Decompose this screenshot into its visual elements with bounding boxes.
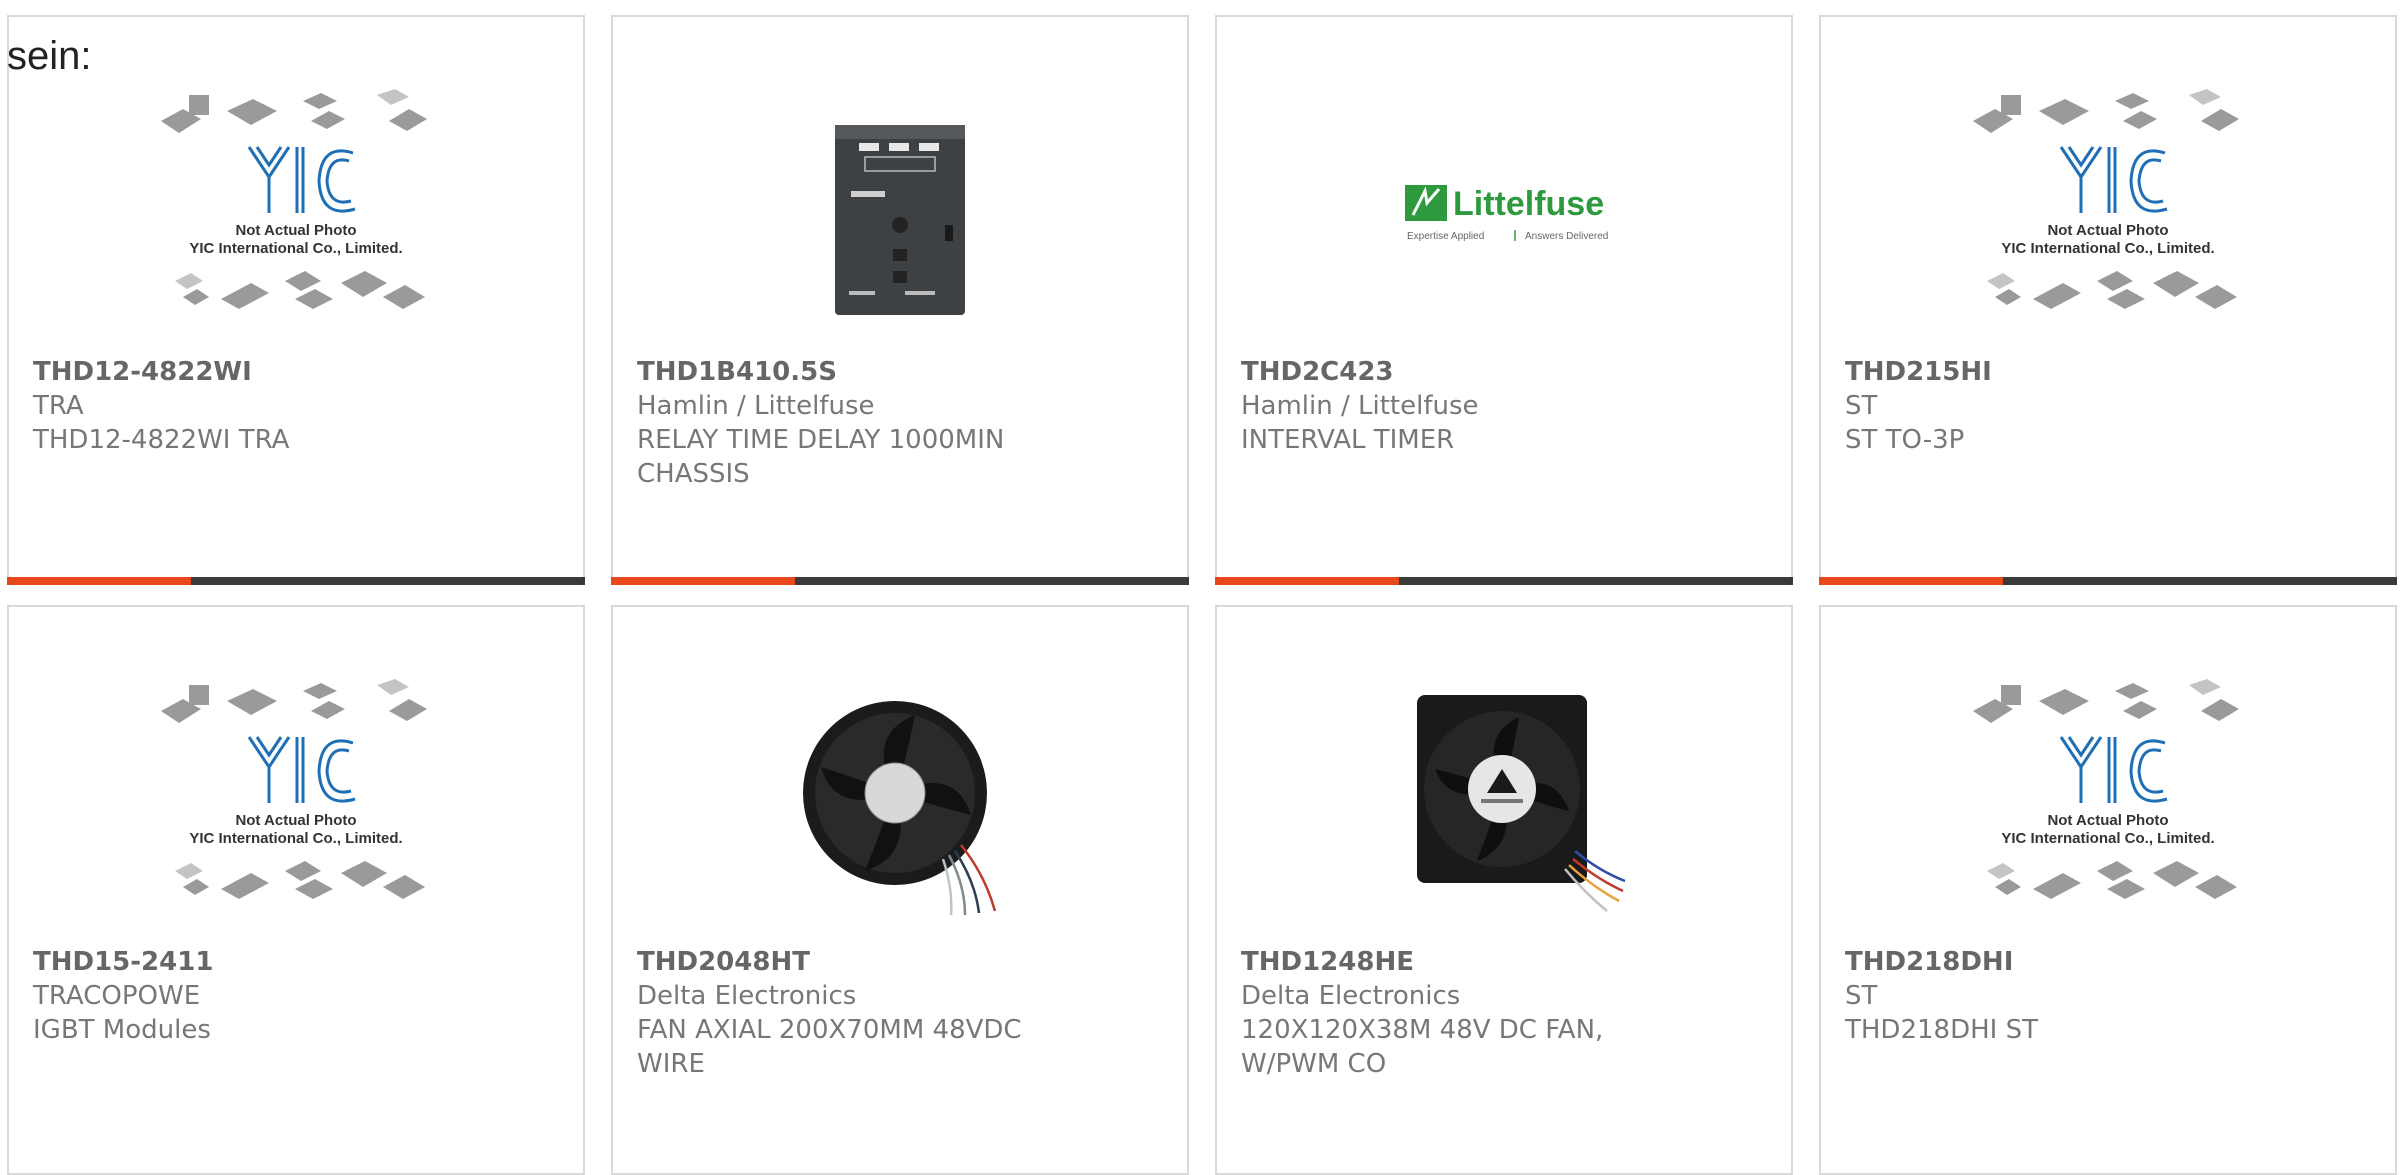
product-image[interactable]: Littelfuse Expertise Applied Answers Del…: [1369, 85, 1639, 335]
product-image[interactable]: [765, 85, 1035, 335]
product-image[interactable]: [765, 675, 1035, 925]
yic-placeholder-icon: Not Actual Photo YIC International Co., …: [1973, 679, 2239, 899]
placeholder-line1: Not Actual Photo: [2047, 812, 2168, 829]
product-image[interactable]: [1369, 675, 1639, 925]
manufacturer: Delta Electronics: [637, 981, 857, 1011]
placeholder-line2: YIC International Co., Limited.: [2001, 830, 2214, 847]
product-card[interactable]: THD1B410.5S Hamlin / Littelfuse RELAY TI…: [611, 15, 1189, 585]
yic-placeholder-icon: Not Actual Photo YIC International Co., …: [161, 679, 427, 899]
description: THD218DHI ST: [1845, 1015, 2038, 1045]
manufacturer: Hamlin / Littelfuse: [1241, 391, 1479, 421]
manufacturer: TRACOPOWE: [33, 981, 201, 1011]
product-card[interactable]: THD1248HE Delta Electronics 120X120X38M …: [1215, 605, 1793, 1175]
description: INTERVAL TIMER: [1241, 425, 1455, 455]
product-image-placeholder[interactable]: Not Actual Photo YIC International Co., …: [1973, 85, 2243, 335]
part-number[interactable]: THD218DHI: [1845, 945, 2375, 979]
square-fan-photo-icon: [1417, 695, 1626, 912]
description: IGBT Modules: [33, 1015, 211, 1045]
description: FAN AXIAL 200X70MM 48VDC WIRE: [637, 1015, 1022, 1079]
card-bottom-bar: [611, 577, 1189, 585]
product-card[interactable]: THD2048HT Delta Electronics FAN AXIAL 20…: [611, 605, 1189, 1175]
manufacturer: Delta Electronics: [1241, 981, 1461, 1011]
round-fan-photo-icon: [803, 701, 997, 916]
part-number[interactable]: THD15-2411: [33, 945, 563, 979]
product-info: THD215HI ST ST TO-3P: [1845, 355, 2375, 457]
brand-name: Littelfuse: [1453, 185, 1604, 223]
yic-placeholder-icon: Not Actual Photo YIC International Co., …: [161, 89, 427, 309]
part-number[interactable]: THD12-4822WI: [33, 355, 563, 389]
description: 120X120X38M 48V DC FAN, W/PWM CO: [1241, 1015, 1604, 1079]
card-accent-bar: [1819, 577, 2003, 585]
part-number[interactable]: THD2048HT: [637, 945, 1167, 979]
product-card[interactable]: Littelfuse Expertise Applied Answers Del…: [1215, 15, 1793, 585]
brand-tagline-left: Expertise Applied: [1407, 231, 1484, 242]
product-image-placeholder[interactable]: Not Actual Photo YIC International Co., …: [161, 675, 431, 925]
product-info: THD1248HE Delta Electronics 120X120X38M …: [1241, 945, 1771, 1081]
page-heading: sein:: [7, 34, 92, 78]
product-card[interactable]: Not Actual Photo YIC International Co., …: [1819, 15, 2397, 585]
product-image-placeholder[interactable]: Not Actual Photo YIC International Co., …: [161, 85, 431, 335]
product-info: THD12-4822WI TRA THD12-4822WI TRA: [33, 355, 563, 457]
card-accent-bar: [7, 577, 191, 585]
yic-placeholder-icon: Not Actual Photo YIC International Co., …: [1973, 89, 2239, 309]
brand-tagline-right: Answers Delivered: [1525, 231, 1608, 242]
card-accent-bar: [611, 577, 795, 585]
card-accent-bar: [1215, 577, 1399, 585]
description: ST TO-3P: [1845, 425, 1965, 455]
placeholder-line2: YIC International Co., Limited.: [2001, 240, 2214, 257]
part-number[interactable]: THD1B410.5S: [637, 355, 1167, 389]
littelfuse-logo-icon: Littelfuse Expertise Applied Answers Del…: [1405, 185, 1608, 242]
product-info: THD218DHI ST THD218DHI ST: [1845, 945, 2375, 1047]
product-info: THD2048HT Delta Electronics FAN AXIAL 20…: [637, 945, 1167, 1081]
part-number[interactable]: THD2C423: [1241, 355, 1771, 389]
product-card[interactable]: Not Actual Photo YIC International Co., …: [7, 15, 585, 585]
card-bottom-bar: [1819, 577, 2397, 585]
product-image-placeholder[interactable]: Not Actual Photo YIC International Co., …: [1973, 675, 2243, 925]
placeholder-line1: Not Actual Photo: [235, 222, 356, 239]
card-bottom-bar: [7, 577, 585, 585]
placeholder-line2: YIC International Co., Limited.: [189, 830, 402, 847]
manufacturer: TRA: [33, 391, 84, 421]
placeholder-line1: Not Actual Photo: [235, 812, 356, 829]
description: THD12-4822WI TRA: [33, 425, 290, 455]
product-info: THD2C423 Hamlin / Littelfuse INTERVAL TI…: [1241, 355, 1771, 457]
product-card[interactable]: Not Actual Photo YIC International Co., …: [1819, 605, 2397, 1175]
relay-photo-icon: [835, 125, 965, 315]
card-bottom-bar: [1215, 577, 1793, 585]
part-number[interactable]: THD1248HE: [1241, 945, 1771, 979]
part-number[interactable]: THD215HI: [1845, 355, 2375, 389]
manufacturer: Hamlin / Littelfuse: [637, 391, 875, 421]
product-info: THD1B410.5S Hamlin / Littelfuse RELAY TI…: [637, 355, 1167, 491]
placeholder-line2: YIC International Co., Limited.: [189, 240, 402, 257]
product-info: THD15-2411 TRACOPOWE IGBT Modules: [33, 945, 563, 1047]
manufacturer: ST: [1845, 981, 1878, 1011]
manufacturer: ST: [1845, 391, 1878, 421]
product-card[interactable]: Not Actual Photo YIC International Co., …: [7, 605, 585, 1175]
placeholder-line1: Not Actual Photo: [2047, 222, 2168, 239]
description: RELAY TIME DELAY 1000MIN CHASSIS: [637, 425, 1005, 489]
